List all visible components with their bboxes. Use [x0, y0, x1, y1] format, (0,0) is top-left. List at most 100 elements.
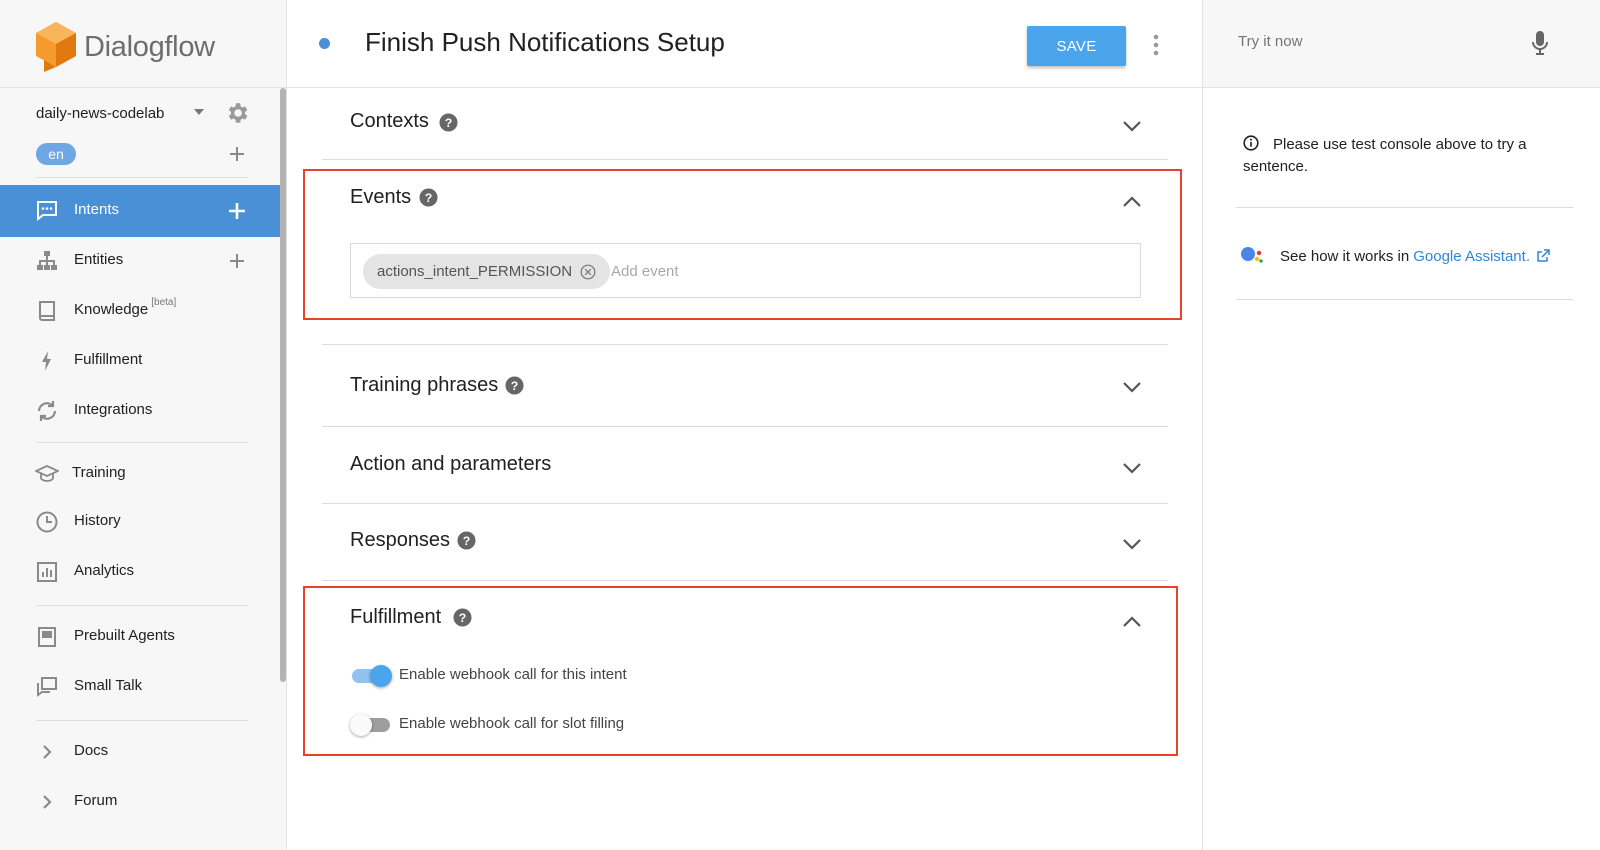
- sidebar-item-forum[interactable]: Forum: [0, 776, 280, 828]
- divider: [36, 720, 248, 721]
- assistant-prefix: See how it works in: [1280, 247, 1410, 265]
- sidebar: Dialogflow daily-news-codelab en Intents…: [0, 0, 287, 850]
- section-title: Action and parameters: [350, 453, 552, 475]
- sidebar-item-entities[interactable]: Entities: [0, 235, 280, 287]
- toggle-label: Enable webhook call for this intent: [399, 666, 627, 683]
- webhook-intent-toggle[interactable]: [350, 663, 392, 687]
- chevron-down-icon[interactable]: [1122, 119, 1142, 133]
- section-title: Training phrases: [350, 374, 499, 396]
- help-icon[interactable]: ?: [439, 113, 458, 132]
- sidebar-item-label: History: [74, 512, 121, 529]
- save-button[interactable]: SAVE: [1027, 26, 1126, 66]
- info-text: Please use test console above to try a s…: [1243, 136, 1527, 175]
- help-icon[interactable]: ?: [419, 188, 438, 207]
- fulfillment-section: Fulfillment ? Enable webhook call for th…: [322, 581, 1168, 751]
- events-input[interactable]: actions_intent_PERMISSION Add event: [350, 243, 1141, 298]
- event-chip-label: actions_intent_PERMISSION: [377, 263, 573, 280]
- add-event-placeholder[interactable]: Add event: [611, 263, 679, 280]
- svg-text:?: ?: [459, 611, 467, 625]
- more-vert-icon[interactable]: [1153, 33, 1159, 57]
- sidebar-item-label: Small Talk: [74, 677, 143, 694]
- agent-selector[interactable]: daily-news-codelab: [36, 100, 248, 126]
- webhook-slot-filling-toggle[interactable]: [350, 712, 392, 736]
- svg-text:?: ?: [463, 534, 471, 548]
- svg-text:?: ?: [511, 379, 519, 393]
- divider: [0, 87, 286, 88]
- bolt-icon: [42, 351, 51, 371]
- divider: [1236, 299, 1573, 300]
- chevron-right-icon: [43, 745, 52, 759]
- remove-chip-icon[interactable]: [580, 264, 596, 280]
- info-icon: [1243, 135, 1259, 151]
- sidebar-item-docs[interactable]: Docs: [0, 726, 280, 778]
- google-assistant-row: See how it works in Google Assistant.: [1240, 245, 1580, 267]
- test-console: Please use test console above to try a s…: [1202, 0, 1600, 850]
- chat-icon: [37, 201, 57, 222]
- book-icon: [39, 301, 55, 321]
- external-link-icon[interactable]: [1536, 249, 1550, 263]
- sidebar-item-label: Training: [72, 464, 126, 481]
- chevron-right-icon: [43, 795, 52, 809]
- add-entity-icon[interactable]: [227, 251, 247, 271]
- sidebar-item-label: Prebuilt Agents: [74, 627, 175, 644]
- intent-editor: Contexts ? Events ? actions_intent_PERMI…: [287, 88, 1202, 850]
- event-chip[interactable]: actions_intent_PERMISSION: [363, 254, 611, 289]
- toggle-knob: [350, 714, 372, 736]
- try-it-bar: [1203, 0, 1600, 88]
- unsaved-status-dot: [319, 38, 330, 49]
- gear-icon[interactable]: [224, 100, 250, 126]
- training-phrases-section[interactable]: Training phrases ?: [322, 345, 1168, 427]
- microphone-icon[interactable]: [1531, 30, 1549, 56]
- add-language-icon[interactable]: [227, 144, 247, 164]
- divider: [36, 605, 248, 606]
- help-icon[interactable]: ?: [453, 608, 472, 627]
- sidebar-item-label: Entities: [74, 251, 124, 268]
- sidebar-item-history[interactable]: History: [0, 496, 280, 548]
- intent-header: Finish Push Notifications Setup SAVE: [287, 0, 1202, 88]
- svg-text:?: ?: [445, 116, 453, 130]
- chevron-down-icon[interactable]: [1122, 461, 1142, 475]
- sidebar-item-small-talk[interactable]: Small Talk: [0, 661, 280, 713]
- sync-icon: [37, 401, 57, 421]
- caret-down-icon[interactable]: [194, 109, 204, 115]
- sidebar-item-training[interactable]: Training: [0, 448, 280, 500]
- google-assistant-icon: [1241, 247, 1263, 263]
- sidebar-item-prebuilt-agents[interactable]: Prebuilt Agents: [0, 611, 280, 663]
- chevron-up-icon[interactable]: [1122, 615, 1142, 629]
- sidebar-item-label: Integrations: [74, 401, 153, 418]
- add-intent-icon[interactable]: [227, 201, 247, 221]
- intent-title[interactable]: Finish Push Notifications Setup: [365, 27, 725, 58]
- language-badge[interactable]: en: [36, 143, 76, 165]
- chevron-down-icon[interactable]: [1122, 380, 1142, 394]
- help-icon[interactable]: ?: [505, 376, 524, 395]
- sidebar-item-label: Forum: [74, 792, 118, 809]
- section-title: Events: [350, 186, 412, 208]
- sidebar-item-knowledge[interactable]: Knowledge [beta]: [0, 285, 280, 337]
- sidebar-item-integrations[interactable]: Integrations: [0, 385, 280, 437]
- sidebar-item-label: Docs: [74, 742, 109, 759]
- section-title: Responses: [350, 529, 451, 551]
- chevron-down-icon[interactable]: [1122, 537, 1142, 551]
- google-assistant-link[interactable]: Google Assistant: [1413, 248, 1526, 265]
- info-message: Please use test console above to try a s…: [1243, 134, 1563, 178]
- sidebar-scrollbar[interactable]: [280, 88, 286, 682]
- divider: [1236, 207, 1573, 208]
- sidebar-item-analytics[interactable]: Analytics: [0, 546, 280, 598]
- toggle-label: Enable webhook call for slot filling: [399, 715, 625, 732]
- sidebar-item-intents[interactable]: Intents: [0, 185, 280, 237]
- contexts-section[interactable]: Contexts ?: [322, 88, 1168, 160]
- agent-name: daily-news-codelab: [36, 104, 165, 122]
- sidebar-item-label: Fulfillment: [74, 351, 143, 368]
- sidebar-item-fulfillment[interactable]: Fulfillment: [0, 335, 280, 387]
- beta-badge: [beta]: [151, 297, 177, 308]
- prebuilt-book-icon: [38, 627, 56, 647]
- try-it-input[interactable]: [1238, 33, 1538, 50]
- chat-bubbles-icon: [37, 677, 57, 697]
- help-icon[interactable]: ?: [457, 531, 476, 550]
- dialogflow-logo[interactable]: Dialogflow: [36, 22, 215, 72]
- chevron-up-icon[interactable]: [1122, 195, 1142, 209]
- action-parameters-section[interactable]: Action and parameters: [322, 427, 1168, 504]
- dialogflow-logo-icon: [36, 22, 76, 72]
- sidebar-item-label: Analytics: [74, 562, 135, 579]
- responses-section[interactable]: Responses ?: [322, 504, 1168, 581]
